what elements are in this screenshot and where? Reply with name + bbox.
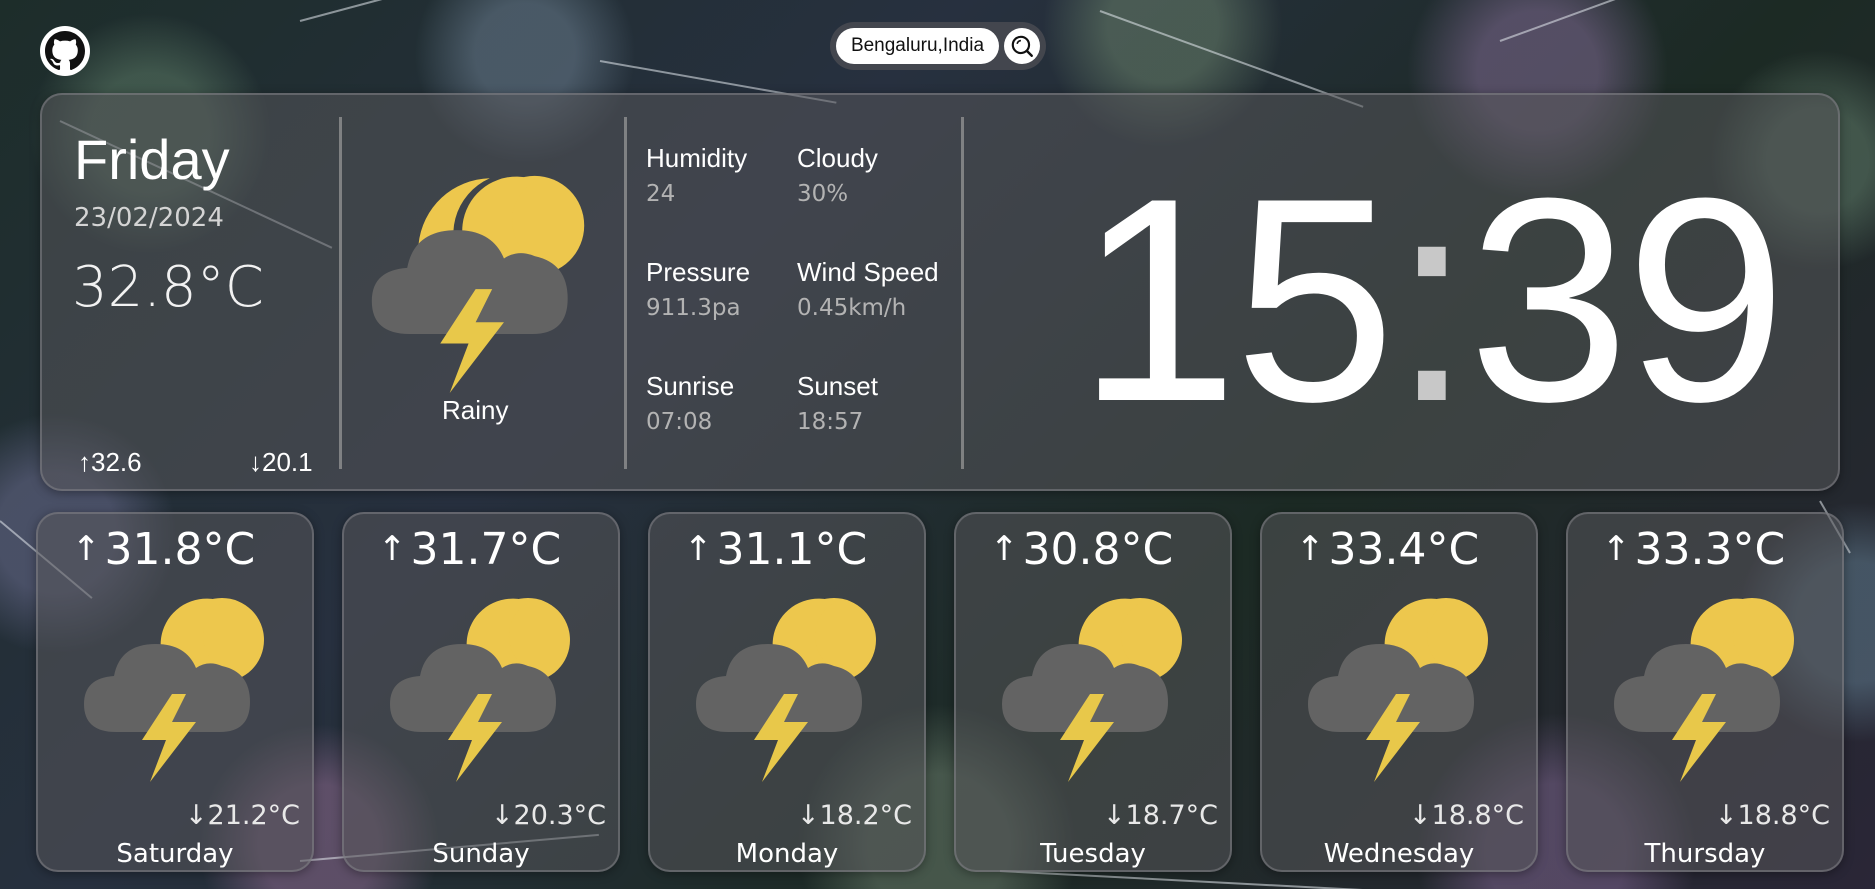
forecast-low: ↓21.2°C [184,800,300,831]
forecast-day: Monday [735,839,839,869]
forecast-high-value: 31.8°C [104,524,256,575]
forecast-day: Tuesday [1040,839,1146,869]
thunderstorm-night-icon [1308,598,1488,782]
wind-speed-label: Wind Speed [797,257,939,287]
divider [961,117,964,469]
clock: 15:39 [1077,155,1787,445]
clock-colon: : [1391,138,1473,462]
forecast-low: ↓18.2°C [796,800,912,831]
sunrise-value: 07:08 [646,409,713,435]
forecast-low: ↓18.7°C [1102,800,1218,831]
thunderstorm-night-icon [84,598,264,782]
pressure-value: 911.3pa [646,295,741,321]
forecast-high-value: 33.4°C [1328,524,1480,575]
current-weather-panel: Friday 23/02/2024 32.8°C ↑32.6 ↓20.1 Rai… [40,93,1840,491]
forecast-card: ↑31.1°C ↓18.2°C Monday [648,512,926,872]
arrow-up-icon: ↑ [378,529,407,569]
forecast-card: ↑33.4°C ↓18.8°C Wednesday [1260,512,1538,872]
forecast-high-value: 31.7°C [410,524,562,575]
forecast-high: ↑31.8°C [72,524,255,575]
thunderstorm-night-icon [1614,598,1794,782]
current-low: ↓20.1 [249,447,313,477]
forecast-high-value: 30.8°C [1022,524,1174,575]
sunset-label: Sunset [797,371,878,401]
github-icon [45,31,85,71]
thunderstorm-night-icon [696,598,876,782]
forecast-day: Wednesday [1323,839,1475,869]
arrow-up-icon: ↑ [1296,529,1325,569]
forecast-card: ↑31.8°C ↓21.2°C Saturday [36,512,314,872]
condition-label: Rainy [442,395,509,425]
forecast-high: ↑31.7°C [378,524,561,575]
current-day: Friday [74,128,230,191]
current-date: 23/02/2024 [74,203,224,233]
location-search-input[interactable] [836,28,999,64]
arrow-up-icon: ↑ [990,529,1019,569]
clock-minutes: 39 [1468,138,1787,462]
thunderstorm-night-icon [390,598,570,782]
forecast-high: ↑33.3°C [1602,524,1785,575]
search-icon [1011,35,1033,57]
forecast-day: Saturday [116,839,234,869]
arrow-up-icon: ↑ [72,529,101,569]
thunderstorm-night-icon [1002,598,1182,782]
current-temperature: 32.8°C [72,255,264,320]
wind-speed-value: 0.45km/h [797,295,907,321]
pressure-label: Pressure [646,257,751,287]
sunset-value: 18:57 [797,409,864,435]
forecast-day: Thursday [1644,839,1766,869]
forecast-high: ↑30.8°C [990,524,1173,575]
current-high: ↑32.6 [78,447,142,477]
forecast-high: ↑33.4°C [1296,524,1479,575]
github-link[interactable] [40,26,90,76]
humidity-value: 24 [646,181,676,207]
forecast-low: ↓18.8°C [1408,800,1524,831]
divider [339,117,342,469]
forecast-card: ↑31.7°C ↓20.3°C Sunday [342,512,620,872]
forecast-card: ↑30.8°C ↓18.7°C Tuesday [954,512,1232,872]
search-button[interactable] [1004,28,1040,64]
forecast-high-value: 33.3°C [1634,524,1786,575]
forecast-high-value: 31.1°C [716,524,868,575]
forecast-low: ↓20.3°C [490,800,606,831]
divider [624,117,627,469]
sunrise-label: Sunrise [646,371,735,401]
forecast-day: Sunday [432,839,530,869]
forecast-card: ↑33.3°C ↓18.8°C Thursday [1566,512,1844,872]
clock-hours: 15 [1077,138,1396,462]
forecast-low: ↓18.8°C [1714,800,1830,831]
cloudy-value: 30% [797,181,849,207]
thunderstorm-night-icon [371,175,585,393]
arrow-up-icon: ↑ [1602,529,1631,569]
search-bar [830,22,1046,70]
cloudy-label: Cloudy [797,143,878,173]
humidity-label: Humidity [646,143,748,173]
forecast-high: ↑31.1°C [684,524,867,575]
arrow-up-icon: ↑ [684,529,713,569]
